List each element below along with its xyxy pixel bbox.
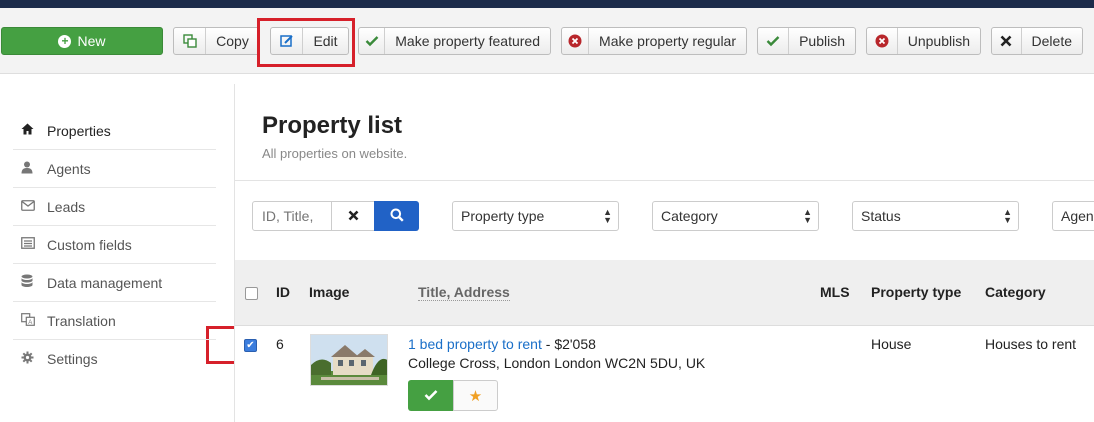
row-property-type: House [871,336,912,352]
property-type-select[interactable]: Property type ▲ ▼ [452,201,619,231]
sidebar-item-label: Data management [47,274,163,291]
envelope-icon [21,199,47,214]
new-button-label: New [77,33,106,49]
sidebar-item-label: Translation [47,312,116,329]
check-icon [424,388,438,404]
category-select[interactable]: Category ▲ ▼ [652,201,819,231]
close-icon [992,28,1022,54]
make-regular-label: Make property regular [599,33,736,49]
column-header-image: Image [309,284,350,300]
row-category: Houses to rent [985,336,1077,352]
sidebar-item-settings[interactable]: Settings [13,340,216,378]
select-all-checkbox[interactable] [245,287,258,300]
sidebar-item-custom-fields[interactable]: Custom fields [13,226,216,264]
category-select-value: Category [661,208,718,224]
row-checkbox[interactable]: ✔ [244,339,257,352]
unpublish-button[interactable]: Unpublish [866,27,981,55]
sidebar: Properties Agents Leads Custom fields Da… [13,112,216,378]
sort-arrows-icon: ▲ ▼ [1003,207,1012,225]
copy-icon [174,28,206,54]
list-icon [21,237,47,252]
property-thumbnail[interactable] [310,334,388,386]
home-icon [21,123,47,138]
table-header [235,260,1094,326]
sidebar-item-label: Leads [47,198,86,215]
sidebar-item-properties[interactable]: Properties [13,112,216,150]
database-icon [21,274,47,291]
sidebar-item-leads[interactable]: Leads [13,188,216,226]
times-circle-icon [562,28,590,54]
page-title: Property list [262,112,403,139]
user-icon [21,161,47,177]
search-icon [390,208,404,225]
sidebar-item-label: Settings [47,351,98,367]
svg-text:A: A [28,320,32,326]
column-header-property-type[interactable]: Property type [871,284,961,300]
sidebar-item-translation[interactable]: A Translation [13,302,216,340]
page-subtitle: All properties on website. [262,146,408,161]
status-select[interactable]: Status ▲ ▼ [852,201,1019,231]
new-button[interactable]: + New [1,27,163,55]
make-featured-button[interactable]: Make property featured [358,27,551,55]
delete-button[interactable]: Delete [991,27,1083,55]
delete-label: Delete [1031,33,1072,49]
sort-arrows-icon: ▲ ▼ [603,207,612,225]
sidebar-item-label: Custom fields [47,236,132,253]
property-title-link[interactable]: 1 bed property to rent [408,336,542,352]
column-header-id[interactable]: ID [276,284,290,300]
times-circle-icon [867,28,898,54]
make-featured-label: Make property featured [395,33,540,49]
sidebar-item-agents[interactable]: Agents [13,150,216,188]
property-address: College Cross, London London WC2N 5DU, U… [408,355,706,371]
published-toggle-button[interactable] [408,380,454,411]
sort-arrows-icon: ▲ ▼ [803,207,812,225]
column-header-mls[interactable]: MLS [820,284,850,300]
agent-select[interactable]: Agen [1052,201,1094,231]
row-id: 6 [276,336,284,352]
edit-highlight-box [257,18,355,67]
toolbar: + New Copy Edit Make property featured M… [0,8,1094,74]
sidebar-item-data-management[interactable]: Data management [13,264,216,302]
copy-button[interactable]: Copy [173,27,260,55]
check-icon [359,28,386,54]
check-icon [758,28,790,54]
column-header-title[interactable]: Title, Address [418,284,510,301]
publish-button[interactable]: Publish [757,27,856,55]
gear-icon [21,351,47,367]
agent-select-value: Agen [1061,208,1094,224]
publish-label: Publish [799,33,845,49]
sidebar-item-label: Properties [47,122,111,139]
plus-circle-icon: + [58,34,72,48]
close-icon [348,208,359,225]
clear-search-button[interactable] [331,201,375,231]
copy-button-label: Copy [216,33,249,49]
top-strip [0,0,1094,8]
translate-icon: A [21,312,47,329]
star-icon: ★ [468,387,483,405]
property-title-cell: 1 bed property to rent - $2'058 [408,336,596,352]
property-price: - $2'058 [541,336,596,352]
search-input[interactable] [252,201,332,231]
property-type-select-value: Property type [461,208,545,224]
search-button[interactable] [374,201,419,231]
column-header-category[interactable]: Category [985,284,1046,300]
sidebar-item-label: Agents [47,160,91,177]
unpublish-label: Unpublish [907,33,970,49]
make-regular-button[interactable]: Make property regular [561,27,747,55]
status-select-value: Status [861,208,901,224]
featured-toggle-button[interactable]: ★ [453,380,498,411]
